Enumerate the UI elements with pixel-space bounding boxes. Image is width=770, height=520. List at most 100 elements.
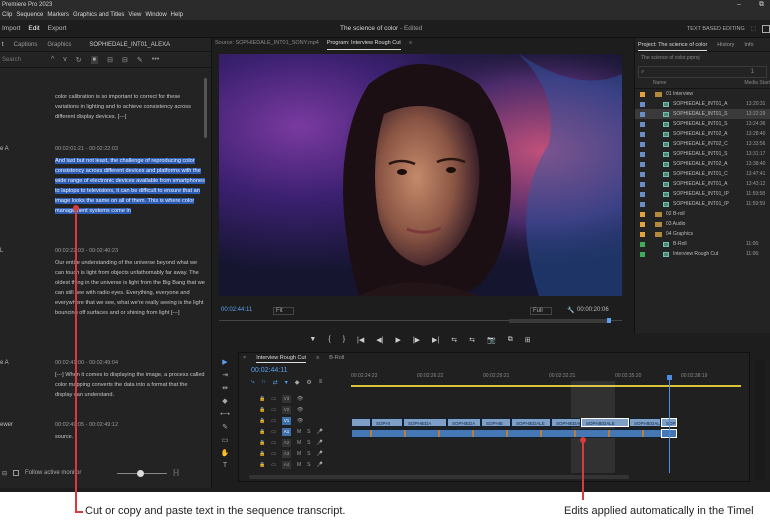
scrubber-playhead[interactable] bbox=[607, 318, 611, 323]
close-tab-icon[interactable]: × bbox=[243, 353, 246, 363]
tab-history[interactable]: History bbox=[717, 38, 734, 51]
project-folder[interactable]: 03 Audio bbox=[635, 219, 770, 229]
tab-captions[interactable]: Captions bbox=[14, 38, 38, 51]
lock-icon[interactable]: 🔒 bbox=[259, 396, 265, 402]
sync-icon[interactable]: ▭ bbox=[271, 396, 276, 402]
label-color-swatch[interactable] bbox=[640, 131, 645, 137]
refresh-icon[interactable]: ↻ bbox=[76, 56, 82, 64]
sync-icon[interactable]: ▭ bbox=[271, 451, 276, 457]
scrubber-zoom-bar[interactable] bbox=[509, 319, 609, 323]
label-color-swatch[interactable] bbox=[640, 151, 645, 157]
project-folder[interactable]: 01 Interview bbox=[635, 89, 770, 99]
label-color-swatch[interactable] bbox=[640, 111, 645, 117]
audio-clip[interactable] bbox=[351, 429, 677, 438]
restore-icon[interactable]: ⧉ bbox=[759, 0, 764, 10]
sync-icon[interactable]: ▭ bbox=[271, 418, 276, 424]
column-name[interactable]: Name bbox=[653, 80, 666, 88]
zoom-slider-knob[interactable] bbox=[137, 469, 145, 477]
project-sequence[interactable]: B-Roll 11:06: bbox=[635, 239, 770, 249]
add-marker-timeline-icon[interactable]: ▾ bbox=[285, 379, 288, 386]
label-color-swatch[interactable] bbox=[640, 221, 645, 227]
track-header-v2[interactable]: 🔒 ▭ V2 👁 bbox=[259, 404, 351, 415]
tab-interview-rough-cut[interactable]: Interview Rough Cut bbox=[256, 353, 307, 363]
menu-window[interactable]: Window bbox=[145, 10, 166, 20]
wrench-icon[interactable]: 🔧 bbox=[567, 307, 574, 314]
sync-icon[interactable]: ▭ bbox=[271, 462, 276, 468]
lock-icon[interactable]: 🔒 bbox=[259, 451, 265, 457]
project-clip[interactable]: SOPHIEDALE_INT01_S 13:24:36 bbox=[635, 119, 770, 129]
tab-graphics[interactable]: Graphics bbox=[47, 38, 71, 51]
solo-button[interactable]: S bbox=[307, 462, 310, 468]
sync-icon[interactable]: ▭ bbox=[271, 440, 276, 446]
video-clip[interactable]: SOPHI bbox=[371, 418, 403, 427]
timeline-playhead[interactable] bbox=[669, 377, 670, 473]
label-color-swatch[interactable] bbox=[640, 211, 645, 217]
ripple-edit-tool-icon[interactable]: ⇹ bbox=[222, 384, 228, 392]
transcript-text[interactable]: [---] When it comes to displaying the im… bbox=[55, 370, 205, 400]
sequence-transcript[interactable]: color calibration is so important to cor… bbox=[0, 70, 206, 460]
video-clip-selected[interactable]: SOPHIEDALE bbox=[581, 418, 629, 427]
lock-icon[interactable]: 🔒 bbox=[259, 418, 265, 424]
razor-tool-icon[interactable]: ◆ bbox=[222, 397, 227, 405]
track-select-tool-icon[interactable]: ⇥ bbox=[222, 371, 228, 379]
slip-tool-icon[interactable]: ⟷ bbox=[220, 410, 230, 418]
tab-import[interactable]: Import bbox=[2, 20, 20, 39]
tab-project[interactable]: Project: The science of color bbox=[638, 38, 708, 51]
video-clip[interactable]: SOPHIEDA bbox=[403, 418, 447, 427]
mute-button[interactable]: M bbox=[297, 429, 301, 435]
workspace-icon[interactable]: ⬚ bbox=[751, 20, 756, 38]
track-header-a1[interactable]: 🔒 ▭ A1 M S 🎤 bbox=[259, 426, 351, 437]
mark-out-icon[interactable]: } bbox=[343, 336, 345, 350]
track-header-a2[interactable]: 🔒 ▭ A2 M S 🎤 bbox=[259, 437, 351, 448]
transcript-text[interactable]: color calibration is so important to cor… bbox=[55, 92, 205, 122]
solo-button[interactable]: S bbox=[307, 440, 310, 446]
lift-icon[interactable]: ⇆ bbox=[451, 336, 457, 350]
rectangle-tool-icon[interactable]: ▭ bbox=[222, 436, 229, 444]
menu-graphics[interactable]: Graphics and Titles bbox=[73, 10, 124, 20]
selection-tool-icon[interactable]: ▶ bbox=[222, 358, 227, 366]
menu-clip[interactable]: Clip bbox=[2, 10, 12, 20]
snap-icon[interactable]: ∩ bbox=[261, 379, 265, 386]
project-clip[interactable]: SOPHIEDALE_INT01_S 13:22:29 bbox=[635, 109, 770, 119]
step-back-icon[interactable]: ◀| bbox=[376, 336, 383, 350]
label-color-swatch[interactable] bbox=[640, 201, 645, 207]
lock-icon[interactable]: 🔒 bbox=[259, 462, 265, 468]
menu-sequence[interactable]: Sequence bbox=[16, 10, 43, 20]
panel-menu-icon[interactable]: ⊟ bbox=[2, 470, 7, 477]
project-clip[interactable]: SOPHIEDALE_INT02_A 13:38:40 bbox=[635, 159, 770, 169]
layout-icon[interactable] bbox=[762, 25, 770, 33]
tab-program-monitor[interactable]: Program: Interview Rough Cut bbox=[326, 40, 401, 50]
more-icon[interactable]: ••• bbox=[152, 56, 159, 63]
track-header-a4[interactable]: 🔒 ▭ A4 M S 🎤 bbox=[259, 459, 351, 470]
timeline-tracks[interactable]: SOPHI SOPHIEDA SOPHIEDA SOPHIE SOPHIEDAL… bbox=[351, 375, 741, 473]
track-header-v3[interactable]: 🔒 ▭ V3 👁 bbox=[259, 393, 351, 404]
solo-button[interactable]: S bbox=[307, 429, 310, 435]
label-color-swatch[interactable] bbox=[640, 171, 645, 177]
transcript-text[interactable]: Our entire understanding of the universe… bbox=[55, 258, 205, 318]
project-search-input[interactable]: ⌕ 1 bbox=[638, 66, 767, 78]
label-color-swatch[interactable] bbox=[640, 241, 645, 247]
label-color-swatch[interactable] bbox=[640, 91, 645, 97]
sequence-menu-icon[interactable]: ≡ bbox=[316, 353, 319, 363]
transcript-search-input[interactable]: Search bbox=[2, 57, 42, 63]
settings-icon[interactable]: ⚙ bbox=[306, 379, 311, 386]
next-result-icon[interactable]: v bbox=[63, 56, 67, 63]
mute-button[interactable]: M bbox=[297, 451, 301, 457]
time-ruler[interactable]: 00:02:24:23 00:02:26:22 00:02:29:21 00:0… bbox=[351, 373, 741, 385]
step-forward-icon[interactable]: |▶ bbox=[413, 336, 420, 350]
comparison-view-icon[interactable]: ⧉ bbox=[508, 336, 513, 350]
tab-export[interactable]: Export bbox=[48, 20, 67, 39]
track-name[interactable]: V1 bbox=[281, 416, 291, 425]
transcript-scrollbar[interactable] bbox=[204, 78, 207, 138]
work-area-bar[interactable] bbox=[351, 385, 741, 387]
label-color-swatch[interactable] bbox=[640, 251, 645, 257]
project-folder[interactable]: 04 Graphics bbox=[635, 229, 770, 239]
overwrite-icon[interactable]: ⊟ bbox=[122, 56, 128, 64]
project-clip[interactable]: SOPHIEDALE_INT01_S 13:31:17 bbox=[635, 149, 770, 159]
timeline-timecode[interactable]: 00:02:44:11 bbox=[251, 367, 287, 374]
menu-help[interactable]: Help bbox=[171, 10, 183, 20]
project-clip[interactable]: SOPHIEDALE_INT01_IP 11:59:58 bbox=[635, 189, 770, 199]
timeline-scrollbar[interactable] bbox=[249, 475, 629, 479]
prev-result-icon[interactable]: ^ bbox=[51, 56, 54, 63]
project-clip[interactable]: SOPHIEDALE_INT01_IP 11:59:59 bbox=[635, 199, 770, 209]
